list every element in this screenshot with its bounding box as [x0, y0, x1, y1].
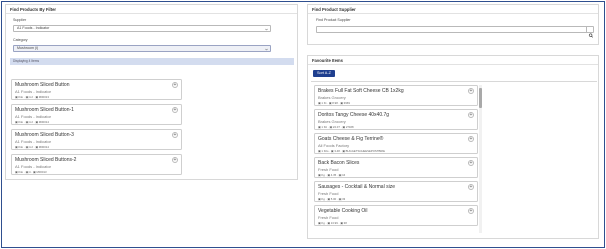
list-item[interactable]: Doritos Tangy Cheese 40x40.7g Brakes Gro… — [314, 109, 478, 130]
remove-favourite-button[interactable]: + — [468, 184, 474, 190]
remove-favourite-button[interactable]: + — [468, 112, 474, 118]
chevron-down-icon — [265, 48, 268, 50]
favourites-scrollbar[interactable] — [479, 85, 482, 233]
product-name: Doritos Tangy Cheese 40x40.7g — [318, 112, 390, 118]
product-meta: ▣ Kg · ▣ 5.00 · ▣ 33 — [318, 197, 346, 201]
product-meta: ▣ Kg · ▣ 4.35 · ▣ 16 — [318, 173, 346, 177]
product-name: Mushroom Sliced Button — [15, 82, 70, 88]
product-name: Brakes Full Fat Soft Cheese CB 1x2kg — [318, 88, 404, 94]
product-supplier: Brakes Grocery — [318, 118, 346, 124]
product-meta: ▣ Kilo · ▣ 4.2 · ▣ M00013 — [15, 95, 49, 99]
favourites-panel: Favourite Items Sort A-Z Brakes Full Fat… — [307, 55, 599, 239]
product-supplier: A1 Foods - Indicator — [15, 163, 52, 169]
supplier-search-input[interactable] — [316, 26, 594, 33]
filter-panel: Find Products By Filter Supplier A1 Food… — [5, 4, 298, 180]
product-supplier: Fresh Food — [318, 214, 339, 220]
supplier-select[interactable]: A1 Foods - Indicator — [13, 25, 271, 32]
results-count-bar: Displaying 4 Items — [10, 58, 294, 65]
list-item[interactable]: Goats Cheese & Fig Terrine® All Foods Fa… — [314, 133, 478, 154]
product-meta: ▣ Kilo · ▣ 4.2 · ▣ M00014 — [15, 120, 49, 124]
search-button[interactable] — [586, 26, 594, 38]
product-name: Goats Cheese & Fig Terrine® — [318, 136, 384, 142]
remove-favourite-button[interactable]: + — [468, 136, 474, 142]
product-supplier: A1 Foods - Indicator — [15, 138, 52, 144]
product-name: Mushroom Sliced Buttons-2 — [15, 157, 77, 163]
category-select[interactable]: Mushroom (i) — [13, 45, 271, 52]
supplier-select-value: A1 Foods - Indicator — [17, 26, 50, 30]
product-supplier: A1 Foods - Indicator — [15, 113, 52, 119]
product-name: Back Bacon Slices — [318, 160, 360, 166]
supplier-label: Supplier — [13, 18, 27, 22]
category-label: Category — [13, 38, 28, 42]
favourites-title: Favourite Items — [308, 56, 598, 65]
product-name: Mushroom Sliced Button-1 — [15, 107, 74, 113]
product-meta: ▣ Kilo · ▣ 4.2 · ▣ M00014 — [15, 145, 49, 149]
product-meta: ▣ Kilo · ▣ 4 · ▣ M00013 — [15, 170, 47, 174]
list-item[interactable]: Vegetable Cooking Oil Fresh Food ▣ Kg · … — [314, 205, 478, 226]
supplier-search-title: Find Product Supplier — [308, 5, 598, 14]
product-name: Vegetable Cooking Oil — [318, 208, 368, 214]
divider — [311, 81, 597, 82]
list-item[interactable]: Mushroom Sliced Button-1 A1 Foods - Indi… — [11, 104, 182, 125]
list-item[interactable]: Mushroom Sliced Buttons-2 A1 Foods - Ind… — [11, 154, 182, 175]
chevron-down-icon — [265, 28, 268, 30]
add-favourite-button[interactable]: + — [172, 157, 178, 163]
product-meta: ▣ 1 Kilo · ▣ 3.48 · ▣ BUGGETSCHEESEPOSTB… — [318, 149, 385, 153]
list-item[interactable]: Sausages - Cocktail & Normal size Fresh … — [314, 181, 478, 202]
product-supplier: All Foods Factory — [318, 142, 350, 148]
add-favourite-button[interactable]: + — [172, 132, 178, 138]
list-item[interactable]: Mushroom Sliced Button-3 A1 Foods - Indi… — [11, 129, 182, 150]
product-meta: ▣ 1 Kit · ▣ 22.07 · ▣ 27468 — [318, 125, 354, 129]
list-item[interactable]: Back Bacon Slices Fresh Food ▣ Kg · ▣ 4.… — [314, 157, 478, 178]
product-name: Mushroom Sliced Button-3 — [15, 132, 74, 138]
product-meta: ▣ Kg · ▣ 13.99 · ▣ 38 — [318, 221, 347, 225]
sort-a-z-button[interactable]: Sort A-Z — [313, 70, 335, 77]
remove-favourite-button[interactable]: + — [468, 208, 474, 214]
scrollbar-thumb[interactable] — [479, 88, 482, 108]
list-item[interactable]: Mushroom Sliced Button A1 Foods - Indica… — [11, 79, 182, 100]
remove-favourite-button[interactable]: + — [468, 160, 474, 166]
add-favourite-button[interactable]: + — [172, 82, 178, 88]
product-supplier: A1 Foods - Indicator — [15, 88, 52, 94]
list-item[interactable]: Brakes Full Fat Soft Cheese CB 1x2kg Bra… — [314, 85, 478, 106]
product-meta: ▣ 1 Kt · ▣ 8.98 · ▣ 3969 — [318, 101, 350, 105]
category-select-value: Mushroom (i) — [17, 46, 39, 50]
product-supplier: Fresh Food — [318, 190, 339, 196]
search-icon — [588, 33, 594, 38]
product-supplier: Fresh Food — [318, 166, 339, 172]
add-favourite-button[interactable]: + — [172, 107, 178, 113]
filter-panel-title: Find Products By Filter — [6, 5, 297, 14]
supplier-search-label: Find Product Supplier — [316, 18, 351, 22]
supplier-search-panel: Find Product Supplier Find Product Suppl… — [307, 4, 599, 45]
remove-favourite-button[interactable]: + — [468, 88, 474, 94]
favourites-list: Brakes Full Fat Soft Cheese CB 1x2kg Bra… — [314, 85, 478, 233]
product-name: Sausages - Cocktail & Normal size — [318, 184, 395, 190]
filter-results-list: Mushroom Sliced Button A1 Foods - Indica… — [11, 79, 182, 179]
product-supplier: Brakes Grocery — [318, 94, 346, 100]
